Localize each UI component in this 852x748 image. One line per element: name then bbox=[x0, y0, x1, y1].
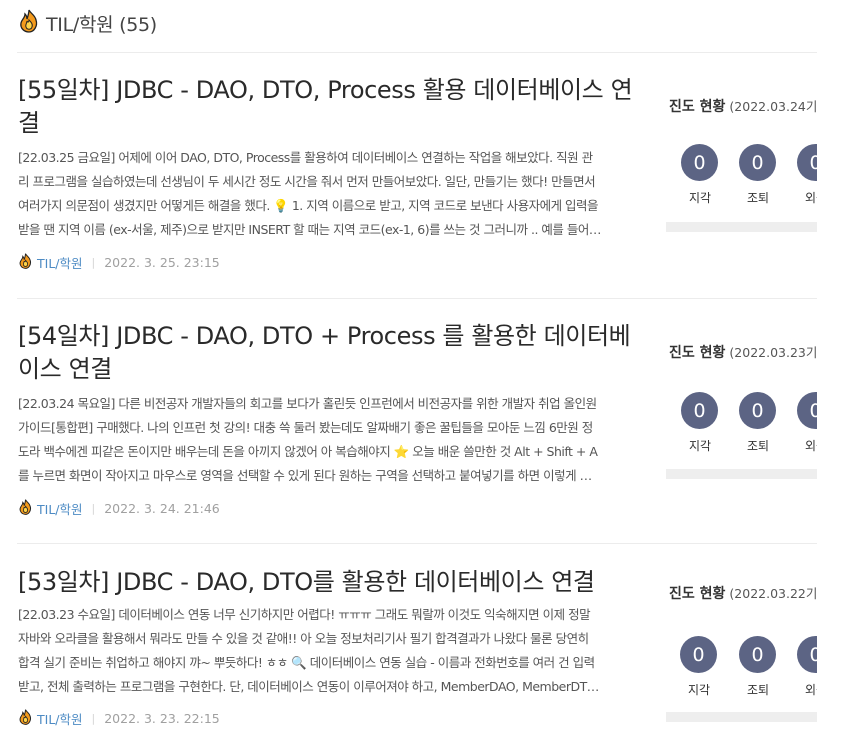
page-title: TIL/학원 (55) bbox=[46, 13, 157, 36]
meta-separator: | bbox=[91, 256, 96, 269]
post-date: 2022. 3. 25. 23:15 bbox=[104, 255, 220, 270]
post-category-link[interactable]: TIL/학원 bbox=[37, 253, 83, 272]
fire-icon bbox=[18, 253, 33, 272]
summary-line: 를 누르면 화면이 작아지고 마우스로 영역을 선택할 수 있게 된다 원하는 … bbox=[18, 468, 592, 483]
post-summary[interactable]: [22.03.24 목요일] 다른 비전공자 개발자들의 회고를 보다가 홀린듯… bbox=[18, 392, 636, 488]
thumb-bar bbox=[666, 222, 817, 232]
stat-label: 조퇴 bbox=[746, 683, 770, 697]
post-title[interactable]: [53일차] JDBC - DAO, DTO를 활용한 데이터베이스 연결 bbox=[18, 566, 638, 599]
summary-line: [22.03.24 목요일] 다른 비전공자 개발자들의 회고를 보다가 홀린듯… bbox=[18, 396, 597, 411]
summary-line: 가이드[통합편] 구매했다. 나의 인프런 첫 강의! 대충 쓱 둘러 봤는데도… bbox=[18, 420, 593, 435]
stat-label: 조퇴 bbox=[746, 439, 770, 453]
thumb-title: 진도 현황(2022.03.22기준 bbox=[669, 583, 817, 603]
post-thumbnail[interactable]: 진도 현황(2022.03.22기준 0 0 0 지각 조퇴 외출 bbox=[666, 544, 817, 748]
summary-line: 도라 백수에겐 피같은 돈이지만 배우는데 돈을 아끼지 않겠어 아 복습해야지… bbox=[18, 444, 598, 459]
thumb-date: (2022.03.24기준 bbox=[729, 99, 817, 114]
summary-line: 합격 실기 준비는 취업하고 해야지 꺄~ 뿌듯하다! ㅎㅎ 🔍 데이터베이스 … bbox=[18, 655, 595, 670]
fire-icon bbox=[18, 9, 40, 37]
summary-line: 자바와 오라클을 활용해서 뭐라도 만들 수 있을 것 같애!! 아 오늘 정보… bbox=[18, 631, 589, 646]
summary-line: [22.03.23 수요일] 데이터베이스 연동 너무 신기하지만 어렵다! ㅠ… bbox=[18, 607, 591, 622]
stat-circle-early-leave: 0 bbox=[739, 636, 776, 673]
post-title[interactable]: [55일차] JDBC - DAO, DTO, Process 활용 데이터베이… bbox=[18, 74, 638, 140]
thumb-heading: 진도 현황 bbox=[669, 345, 726, 361]
fire-icon bbox=[18, 499, 33, 518]
thumb-title: 진도 현황(2022.03.23기준 bbox=[669, 342, 817, 362]
stat-circle-outing: 0 bbox=[797, 636, 817, 673]
category-header: TIL/학원 (55) bbox=[18, 8, 157, 38]
post-thumbnail[interactable]: 진도 현황(2022.03.24기준 0 0 0 지각 조퇴 외출 bbox=[666, 53, 817, 298]
thumb-title: 진도 현황(2022.03.24기준 bbox=[669, 96, 817, 116]
thumb-date: (2022.03.22기준 bbox=[729, 586, 817, 601]
post-meta: TIL/학원 | 2022. 3. 25. 23:15 bbox=[18, 253, 220, 272]
stat-circle-outing: 0 bbox=[797, 144, 817, 181]
post-thumbnail[interactable]: 진도 현황(2022.03.23기준 0 0 0 지각 조퇴 외출 bbox=[666, 299, 817, 544]
stat-circle-late: 0 bbox=[681, 392, 718, 429]
post-summary[interactable]: [22.03.23 수요일] 데이터베이스 연동 너무 신기하지만 어렵다! ㅠ… bbox=[18, 603, 636, 699]
fire-icon bbox=[18, 709, 33, 728]
post-meta: TIL/학원 | 2022. 3. 23. 22:15 bbox=[18, 709, 220, 728]
summary-line: 받을 땐 지역 이름 (ex-서울, 제주)으로 받지만 INSERT 할 때는… bbox=[18, 222, 601, 237]
summary-line: 여러가지 의문점이 생겼지만 어떻게든 해결을 했다. 💡 1. 지역 이름으로… bbox=[18, 198, 599, 213]
stat-label: 지각 bbox=[687, 683, 711, 697]
summary-line: [22.03.25 금요일] 어제에 이어 DAO, DTO, Process를… bbox=[18, 150, 593, 165]
stat-label: 조퇴 bbox=[746, 191, 770, 205]
post-meta: TIL/학원 | 2022. 3. 24. 21:46 bbox=[18, 499, 220, 518]
stat-label: 외출 bbox=[804, 439, 817, 453]
post-title[interactable]: [54일차] JDBC - DAO, DTO + Process 를 활용한 데… bbox=[18, 320, 638, 386]
stat-circle-late: 0 bbox=[680, 636, 717, 673]
thumb-heading: 진도 현황 bbox=[669, 586, 726, 602]
stat-label: 지각 bbox=[688, 191, 712, 205]
stat-label: 외출 bbox=[804, 683, 817, 697]
meta-separator: | bbox=[91, 502, 96, 515]
thumb-bar bbox=[666, 469, 817, 479]
stat-label: 외출 bbox=[804, 191, 817, 205]
stat-circle-early-leave: 0 bbox=[739, 144, 776, 181]
summary-line: 리 프로그램을 실습하였는데 선생님이 두 세시간 정도 시간을 줘서 먼저 만… bbox=[18, 174, 596, 189]
thumb-bar bbox=[666, 712, 817, 722]
post-item: [55일차] JDBC - DAO, DTO, Process 활용 데이터베이… bbox=[17, 53, 817, 299]
post-item: [54일차] JDBC - DAO, DTO + Process 를 활용한 데… bbox=[17, 299, 817, 544]
summary-line: 받고, 전체 출력하는 프로그램을 구현한다. 단, 데이터베이스 연동이 이루… bbox=[18, 679, 599, 694]
thumb-date: (2022.03.23기준 bbox=[729, 345, 817, 360]
post-item: [53일차] JDBC - DAO, DTO를 활용한 데이터베이스 연결 [2… bbox=[17, 544, 817, 748]
stat-label: 지각 bbox=[688, 439, 712, 453]
post-category-link[interactable]: TIL/학원 bbox=[37, 499, 83, 518]
meta-separator: | bbox=[91, 712, 96, 725]
stat-circle-early-leave: 0 bbox=[739, 392, 776, 429]
thumb-heading: 진도 현황 bbox=[669, 99, 726, 115]
post-summary[interactable]: [22.03.25 금요일] 어제에 이어 DAO, DTO, Process를… bbox=[18, 146, 636, 242]
post-category-link[interactable]: TIL/학원 bbox=[37, 709, 83, 728]
post-date: 2022. 3. 24. 21:46 bbox=[104, 501, 220, 516]
stat-circle-late: 0 bbox=[681, 144, 718, 181]
stat-circle-outing: 0 bbox=[797, 392, 817, 429]
post-date: 2022. 3. 23. 22:15 bbox=[104, 711, 220, 726]
